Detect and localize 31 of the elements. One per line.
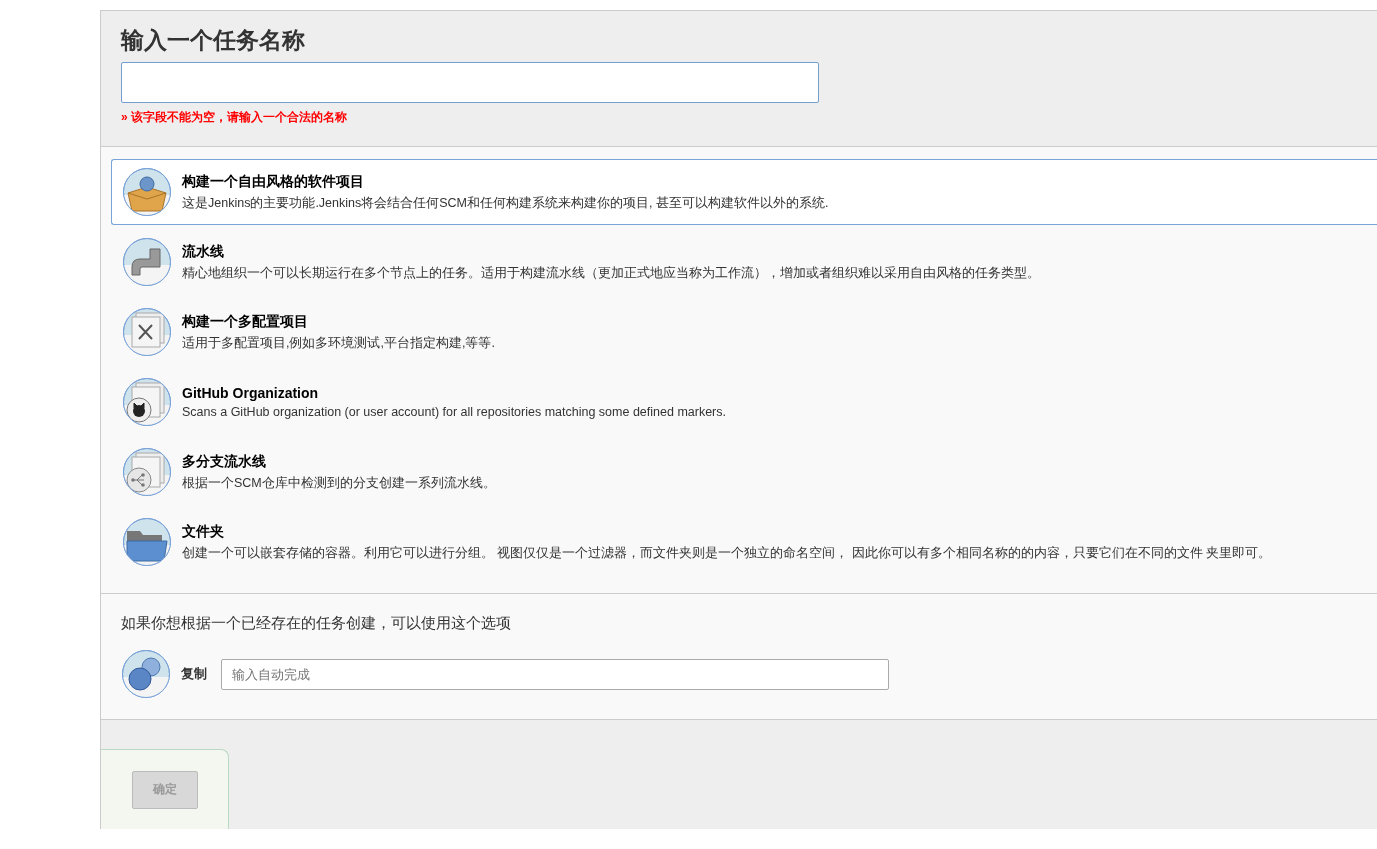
spheres-icon	[121, 649, 171, 699]
box-icon	[122, 167, 172, 217]
item-type-title: 构建一个自由风格的软件项目	[182, 172, 365, 191]
item-type-description: 创建一个可以嵌套存储的容器。利用它可以进行分组。 视图仅仅是一个过滤器，而文件夹则是一个独立的命名空间， 因此你可以有多个相同名称的的内容，只要它们在不同的文件 夹里即可。	[182, 544, 1272, 562]
item-type-description: 适用于多配置项目,例如多环境测试,平台指定构建,等等.	[182, 334, 495, 352]
error-message: » 该字段不能为空，请输入一个合法的名称	[121, 109, 348, 126]
copy-hint: 如果你想根据一个已经存在的任务创建，可以使用这个选项	[121, 614, 512, 633]
copy-from-field[interactable]: 输入自动完成	[221, 658, 889, 690]
documents-icon	[122, 307, 172, 357]
item-type-description: 精心地组织一个可以长期运行在多个节点上的任务。适用于构建流水线（更加正式地应当称为工作流），增加或者组织难以采用自由风格的任务类型。	[182, 264, 1040, 282]
item-type-option[interactable]: 多分支流水线 根据一个SCM仓库中检测到的分支创建一系列流水线。	[111, 439, 1377, 505]
item-type-title: 构建一个多配置项目	[182, 312, 309, 331]
item-type-title: 文件夹	[182, 522, 225, 541]
item-type-option[interactable]: GitHub Organization Scans a GitHub organization (or user account) for all repositories matching some defined markers.	[111, 369, 1377, 435]
octocat-icon	[122, 377, 172, 427]
pipe-icon	[122, 237, 172, 287]
page-title: 输入一个任务名称	[121, 26, 306, 55]
item-type-description: 这是Jenkins的主要功能.Jenkins将会结合任何SCM和任何构建系统来构建你的项目, 甚至可以构建软件以外的系统.	[182, 194, 829, 212]
folder-icon	[122, 517, 172, 567]
item-name-field[interactable]	[121, 62, 819, 103]
item-type-option[interactable]: 构建一个多配置项目 适用于多配置项目,例如多环境测试,平台指定构建,等等.	[111, 299, 1377, 365]
item-type-description: 根据一个SCM仓库中检测到的分支创建一系列流水线。	[182, 474, 496, 492]
branch-icon	[122, 447, 172, 497]
item-type-title: GitHub Organization	[182, 385, 320, 401]
item-type-title: 多分支流水线	[182, 452, 267, 471]
item-type-description: Scans a GitHub organization (or user account) for all repositories matching some defined markers.	[182, 405, 726, 419]
item-type-option[interactable]: 文件夹 创建一个可以嵌套存储的容器。利用它可以进行分组。 视图仅仅是一个过滤器，而文件夹则是一个独立的命名空间， 因此你可以有多个相同名称的的内容，只要它们在不同的文件 夹里即可。	[111, 509, 1377, 575]
item-type-option[interactable]: 流水线 精心地组织一个可以长期运行在多个节点上的任务。适用于构建流水线（更加正式地应当称为工作流），增加或者组织难以采用自由风格的任务类型。	[111, 229, 1377, 295]
item-type-title: 流水线	[182, 242, 225, 261]
item-type-option[interactable]: 构建一个自由风格的软件项目 这是Jenkins的主要功能.Jenkins将会结合任何SCM和任何构建系统来构建你的项目, 甚至可以构建软件以外的系统.	[111, 159, 1377, 225]
copy-label: 复制	[181, 665, 207, 683]
